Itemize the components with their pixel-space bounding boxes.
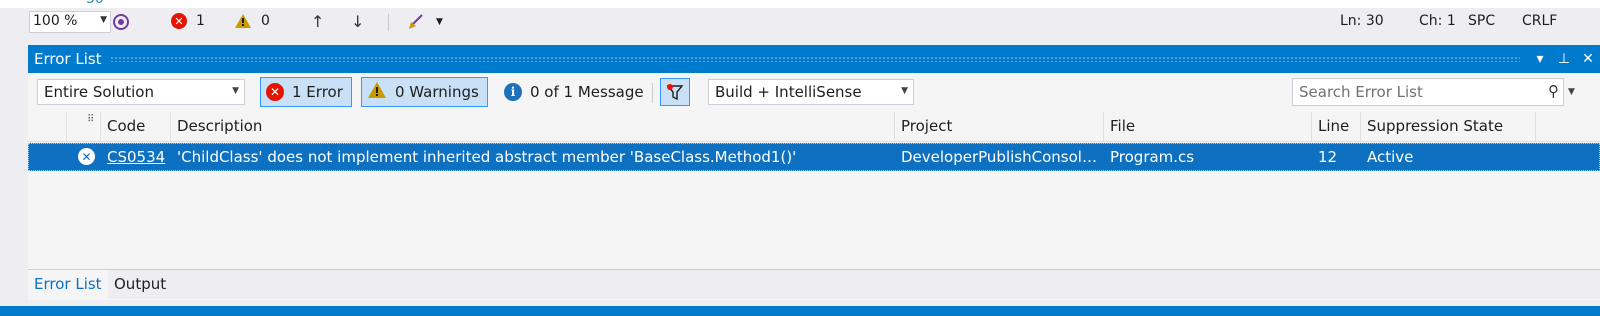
broom-icon (409, 14, 423, 29)
window-position-icon[interactable]: ▾ (1528, 51, 1552, 67)
scope-dropdown[interactable]: Entire Solution ▼ (37, 79, 245, 105)
line-indicator[interactable]: Ln: 30 (1340, 13, 1384, 29)
cell-file: Program.cs (1110, 148, 1195, 166)
cell-suppression-state: Active (1367, 148, 1414, 166)
arrow-up-icon[interactable]: ↑ (311, 12, 324, 31)
search-icon[interactable]: ⚲ (1548, 82, 1559, 100)
column-header-code[interactable]: Code (101, 112, 171, 142)
error-code-link[interactable]: CS0534 (107, 148, 165, 166)
chevron-down-icon: ▼ (100, 15, 107, 25)
errors-count-value: 1 (196, 13, 205, 29)
column-indicator[interactable]: Ch: 1 (1419, 13, 1456, 29)
separator (388, 14, 389, 31)
warnings-count[interactable]: 0 (234, 13, 270, 29)
tab-error-list[interactable]: Error List (28, 270, 108, 300)
editor-status-bar: 100 % ▼ ✕ 1 0 ↑ ↓ ▼ Ln: 30 Ch: 1 SPC CRL… (0, 8, 1600, 37)
column-header-file[interactable]: File (1104, 112, 1312, 142)
zoom-dropdown[interactable]: 100 % ▼ (29, 11, 111, 33)
arrow-down-icon[interactable]: ↓ (351, 12, 364, 31)
tool-window-title-bar[interactable]: Error List ▾ ⊥ ✕ (28, 45, 1600, 73)
errors-filter-label: 1 Error (292, 83, 343, 101)
tab-output[interactable]: Output (108, 270, 172, 300)
column-header-project[interactable]: Project (895, 112, 1104, 142)
cell-project: DeveloperPublishConsole... (901, 148, 1102, 166)
error-list-toolbar: Entire Solution ▼ ✕ 1 Error 0 Warnings i… (28, 75, 1600, 109)
column-header-line[interactable]: Line (1312, 112, 1361, 142)
error-icon: ✕ (171, 13, 187, 29)
column-select[interactable] (28, 112, 67, 142)
cell-description: 'ChildClass' does not implement inherite… (177, 148, 797, 166)
chevron-down-icon[interactable]: ▼ (1568, 87, 1575, 97)
column-header-description[interactable]: Description (171, 112, 895, 142)
pin-icon[interactable]: ⊥ (1552, 51, 1576, 67)
cell-code[interactable]: CS0534 (101, 144, 171, 170)
column-header-suppression-state[interactable]: Suppression State (1361, 112, 1536, 142)
title-grip (109, 56, 1520, 62)
cell-line: 12 (1318, 148, 1338, 166)
separator (652, 83, 653, 103)
info-icon: i (504, 83, 522, 101)
editor-area: 30 (0, 0, 1600, 8)
chevron-down-icon: ▼ (436, 17, 443, 27)
grid-header: ⠿ Code Description Project File Line Sup… (28, 112, 1600, 142)
bottom-tabs: Error List Output (28, 269, 1600, 300)
messages-filter-label: 0 of 1 Message (530, 83, 644, 101)
errors-filter-button[interactable]: ✕ 1 Error (260, 77, 352, 107)
chevron-down-icon: ▼ (901, 86, 908, 96)
warnings-filter-label: 0 Warnings (395, 83, 479, 101)
chevron-down-icon: ▼ (232, 86, 239, 96)
code-cleanup-button[interactable]: ▼ (407, 13, 443, 31)
warnings-filter-button[interactable]: 0 Warnings (361, 77, 488, 107)
search-placeholder: Search Error List (1299, 83, 1423, 101)
warnings-count-value: 0 (261, 13, 270, 29)
funnel-icon (666, 84, 684, 101)
line-number: 30 (86, 0, 104, 7)
errors-count[interactable]: ✕ 1 (171, 13, 205, 29)
filter-toggle-button[interactable] (660, 78, 690, 106)
warning-icon (367, 81, 387, 103)
messages-filter-button[interactable]: i 0 of 1 Message (498, 77, 653, 107)
close-icon[interactable]: ✕ (1576, 51, 1600, 67)
search-input[interactable]: Search Error List ⚲ (1292, 78, 1564, 106)
error-list-window: Error List ▾ ⊥ ✕ Entire Solution ▼ ✕ 1 E… (28, 45, 1600, 300)
error-icon: ✕ (266, 83, 284, 101)
ide-status-bar (0, 306, 1600, 316)
source-value: Build + IntelliSense (715, 83, 862, 101)
whitespace-indicator[interactable]: SPC (1468, 13, 1495, 29)
table-row[interactable]: ✕ CS0534 'ChildClass' does not implement… (28, 143, 1600, 171)
line-ending-indicator[interactable]: CRLF (1522, 13, 1557, 29)
column-chooser-icon[interactable]: ⠿ (67, 112, 101, 142)
zoom-value: 100 % (33, 13, 78, 29)
scope-value: Entire Solution (44, 83, 154, 101)
source-dropdown[interactable]: Build + IntelliSense ▼ (708, 79, 914, 105)
warning-icon (234, 13, 252, 29)
tool-window-title: Error List (34, 50, 102, 68)
error-icon: ✕ (78, 148, 95, 165)
code-health-icon[interactable] (112, 13, 130, 31)
